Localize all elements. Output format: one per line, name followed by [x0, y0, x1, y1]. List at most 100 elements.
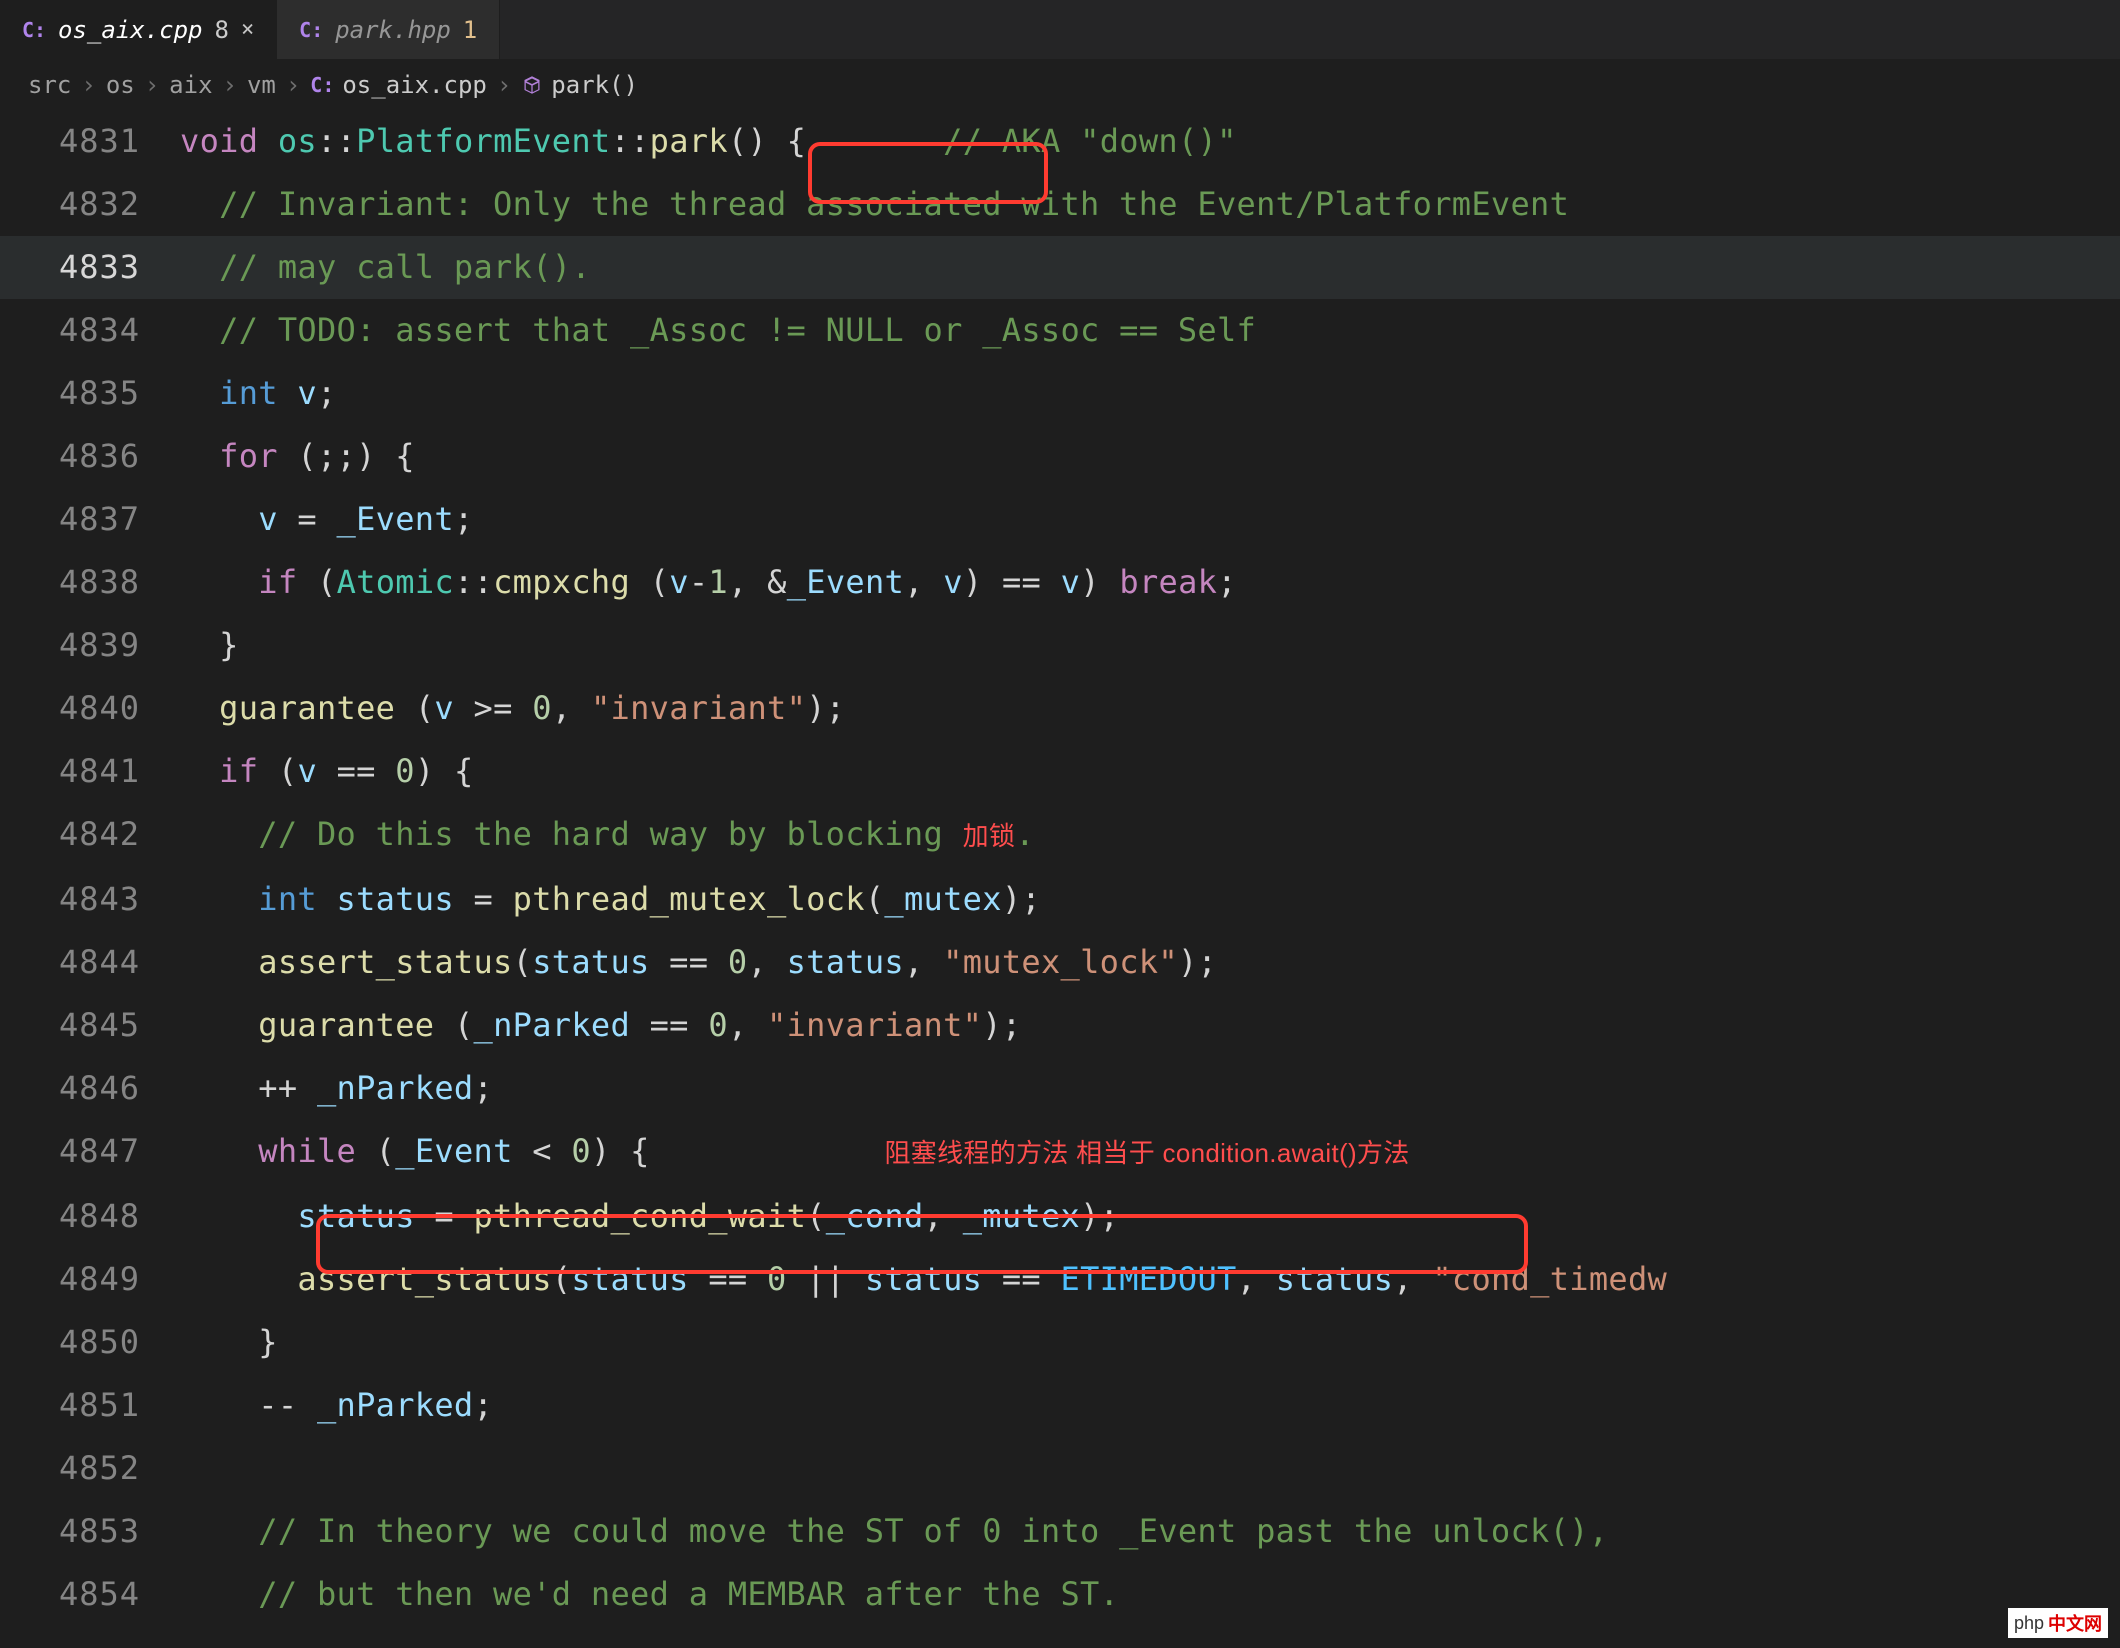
line-number: 4843: [0, 868, 180, 931]
code-line[interactable]: 4833 // may call park().: [0, 236, 2120, 299]
line-number: 4850: [0, 1311, 180, 1374]
line-number: 4838: [0, 551, 180, 614]
code-content: // Invariant: Only the thread associated…: [180, 173, 1569, 236]
line-number: 4844: [0, 931, 180, 994]
chevron-right-icon: ›: [497, 71, 511, 99]
code-line[interactable]: 4848 status = pthread_cond_wait(_cond, _…: [0, 1185, 2120, 1248]
watermark: php中文网: [2008, 1608, 2108, 1638]
annotation: 加锁: [963, 821, 1016, 851]
code-line[interactable]: 4831void os::PlatformEvent::park() { // …: [0, 110, 2120, 173]
chevron-right-icon: ›: [286, 71, 300, 99]
line-number: 4841: [0, 740, 180, 803]
code-content: guarantee (v >= 0, "invariant");: [180, 677, 845, 740]
watermark-brand: 中文网: [2048, 1610, 2102, 1636]
code-content: ++ _nParked;: [180, 1057, 493, 1120]
code-line[interactable]: 4853 // In theory we could move the ST o…: [0, 1500, 2120, 1563]
line-number: 4846: [0, 1057, 180, 1120]
code-content: assert_status(status == 0 || status == E…: [180, 1248, 1667, 1311]
line-number: 4837: [0, 488, 180, 551]
code-line[interactable]: 4847 while (_Event < 0) { 阻塞线程的方法 相当于 co…: [0, 1120, 2120, 1185]
code-line[interactable]: 4844 assert_status(status == 0, status, …: [0, 931, 2120, 994]
code-line[interactable]: 4842 // Do this the hard way by blocking…: [0, 803, 2120, 868]
tab-label: park.hpp: [335, 16, 451, 44]
code-line[interactable]: 4843 int status = pthread_mutex_lock(_mu…: [0, 868, 2120, 931]
code-line[interactable]: 4841 if (v == 0) {: [0, 740, 2120, 803]
code-content: int status = pthread_mutex_lock(_mutex);: [180, 868, 1041, 931]
breadcrumb-part[interactable]: src: [28, 71, 71, 99]
code-content: while (_Event < 0) { 阻塞线程的方法 相当于 conditi…: [180, 1120, 1410, 1185]
chevron-right-icon: ›: [81, 71, 95, 99]
code-content: }: [180, 1311, 278, 1374]
code-line[interactable]: 4846 ++ _nParked;: [0, 1057, 2120, 1120]
code-content: }: [180, 614, 239, 677]
method-icon: [521, 74, 543, 96]
code-line[interactable]: 4838 if (Atomic::cmpxchg (v-1, &_Event, …: [0, 551, 2120, 614]
breadcrumb-part[interactable]: os: [106, 71, 135, 99]
line-number: 4842: [0, 803, 180, 866]
code-line[interactable]: 4834 // TODO: assert that _Assoc != NULL…: [0, 299, 2120, 362]
breadcrumb-part[interactable]: vm: [247, 71, 276, 99]
line-number: 4851: [0, 1374, 180, 1437]
close-icon[interactable]: ×: [241, 17, 254, 42]
code-content: assert_status(status == 0, status, "mute…: [180, 931, 1217, 994]
code-line[interactable]: 4850 }: [0, 1311, 2120, 1374]
chevron-right-icon: ›: [145, 71, 159, 99]
code-content: for (;;) {: [180, 425, 415, 488]
code-line[interactable]: 4835 int v;: [0, 362, 2120, 425]
code-line[interactable]: 4854 // but then we'd need a MEMBAR afte…: [0, 1563, 2120, 1626]
cpp-file-icon: C:: [22, 18, 46, 42]
cpp-file-icon: C:: [299, 18, 323, 42]
code-content: void os::PlatformEvent::park() { // AKA …: [180, 110, 1237, 173]
code-content: // but then we'd need a MEMBAR after the…: [180, 1563, 1119, 1626]
code-content: if (Atomic::cmpxchg (v-1, &_Event, v) ==…: [180, 551, 1237, 614]
tab-bar: C: os_aix.cpp 8 × C: park.hpp 1: [0, 0, 2120, 60]
line-number: 4832: [0, 173, 180, 236]
code-line[interactable]: 4836 for (;;) {: [0, 425, 2120, 488]
line-number: 4835: [0, 362, 180, 425]
code-line[interactable]: 4849 assert_status(status == 0 || status…: [0, 1248, 2120, 1311]
breadcrumb-file[interactable]: C: os_aix.cpp: [310, 71, 487, 99]
line-number: 4847: [0, 1120, 180, 1183]
tab-label: os_aix.cpp: [58, 16, 203, 44]
line-number: 4836: [0, 425, 180, 488]
code-content: if (v == 0) {: [180, 740, 474, 803]
code-line[interactable]: 4840 guarantee (v >= 0, "invariant");: [0, 677, 2120, 740]
line-number: 4839: [0, 614, 180, 677]
code-content: v = _Event;: [180, 488, 474, 551]
breadcrumb: src› os› aix› vm› C: os_aix.cpp › park(): [0, 60, 2120, 110]
line-number: 4831: [0, 110, 180, 173]
code-content: // Do this the hard way by blocking 加锁.: [180, 803, 1035, 868]
code-line[interactable]: 4832 // Invariant: Only the thread assoc…: [0, 173, 2120, 236]
line-number: 4833: [0, 236, 180, 299]
breadcrumb-symbol-label: park(): [551, 71, 638, 99]
tab-park-hpp[interactable]: C: park.hpp 1: [277, 0, 500, 59]
breadcrumb-symbol[interactable]: park(): [521, 71, 638, 99]
line-number: 4848: [0, 1185, 180, 1248]
tab-os-aix-cpp[interactable]: C: os_aix.cpp 8 ×: [0, 0, 277, 59]
line-number: 4845: [0, 994, 180, 1057]
code-line[interactable]: 4845 guarantee (_nParked == 0, "invarian…: [0, 994, 2120, 1057]
breadcrumb-part[interactable]: aix: [169, 71, 212, 99]
line-number: 4853: [0, 1500, 180, 1563]
cpp-file-icon: C:: [310, 73, 334, 97]
code-content: status = pthread_cond_wait(_cond, _mutex…: [180, 1185, 1119, 1248]
code-editor[interactable]: 4831void os::PlatformEvent::park() { // …: [0, 110, 2120, 1626]
code-content: guarantee (_nParked == 0, "invariant");: [180, 994, 1021, 1057]
code-content: // TODO: assert that _Assoc != NULL or _…: [180, 299, 1256, 362]
code-content: // may call park().: [180, 236, 591, 299]
code-line[interactable]: 4837 v = _Event;: [0, 488, 2120, 551]
watermark-text: php: [2014, 1613, 2044, 1634]
line-number: 4849: [0, 1248, 180, 1311]
code-line[interactable]: 4839 }: [0, 614, 2120, 677]
code-line[interactable]: 4852: [0, 1437, 2120, 1500]
code-content: int v;: [180, 362, 337, 425]
code-content: // In theory we could move the ST of 0 i…: [180, 1500, 1608, 1563]
line-number: 4854: [0, 1563, 180, 1626]
line-number: 4834: [0, 299, 180, 362]
breadcrumb-file-label: os_aix.cpp: [342, 71, 487, 99]
line-number: 4852: [0, 1437, 180, 1500]
tab-scm-badge: 8: [215, 16, 229, 44]
code-line[interactable]: 4851 -- _nParked;: [0, 1374, 2120, 1437]
line-number: 4840: [0, 677, 180, 740]
tab-scm-badge: 1: [463, 16, 477, 44]
